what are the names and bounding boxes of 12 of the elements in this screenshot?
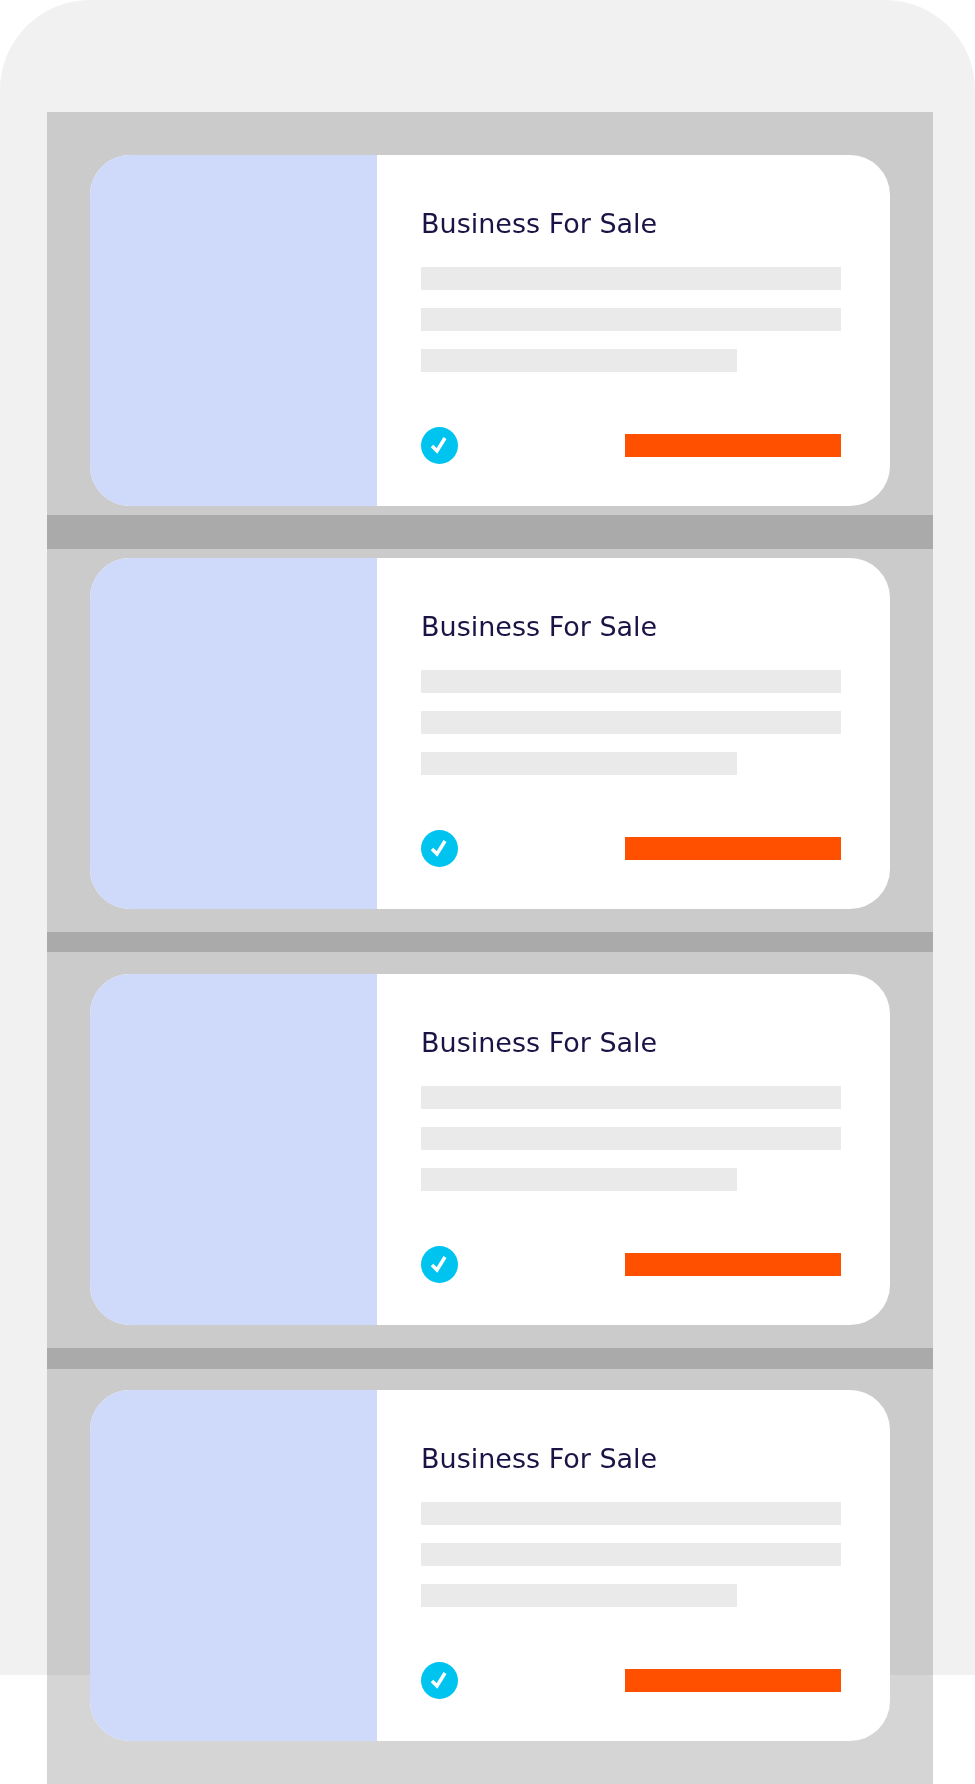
- action-bar[interactable]: [625, 1253, 841, 1276]
- listing-card[interactable]: Business For Sale: [90, 974, 890, 1325]
- listing-title: Business For Sale: [421, 1026, 658, 1060]
- listing-title: Business For Sale: [421, 1442, 658, 1476]
- action-bar[interactable]: [625, 1669, 841, 1692]
- listing-title: Business For Sale: [421, 610, 658, 644]
- action-bar[interactable]: [625, 837, 841, 860]
- listing-card[interactable]: Business For Sale: [90, 155, 890, 506]
- listing-card[interactable]: Business For Sale: [90, 1390, 890, 1741]
- action-bar[interactable]: [625, 434, 841, 457]
- listing-title: Business For Sale: [421, 207, 658, 241]
- listing-card[interactable]: Business For Sale: [90, 558, 890, 909]
